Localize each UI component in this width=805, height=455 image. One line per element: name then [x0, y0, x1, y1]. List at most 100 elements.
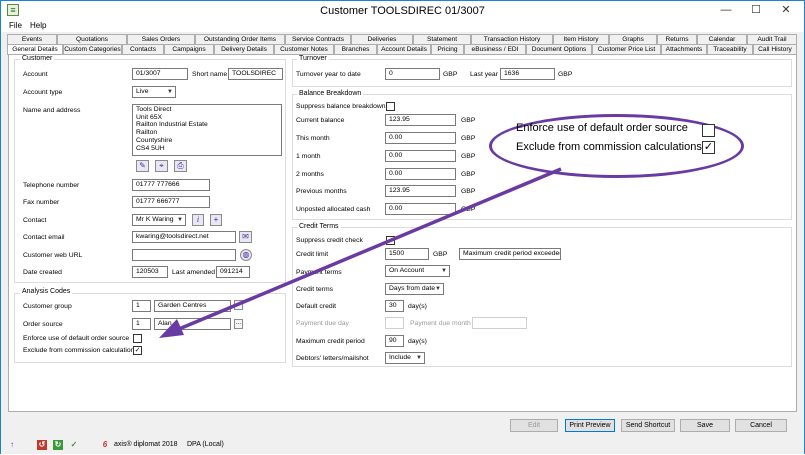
contact-email-label: Contact email [23, 234, 65, 241]
tab-pricing[interactable]: Pricing [431, 44, 464, 54]
edit-button[interactable]: Edit [510, 419, 558, 432]
tab-customer-notes[interactable]: Customer Notes [274, 44, 334, 54]
turnover-title: Turnover [297, 55, 329, 63]
up-arrow-icon[interactable]: ↑ [7, 440, 17, 450]
print-preview-button[interactable]: Print Preview [565, 419, 615, 432]
credit-terms-select[interactable]: Days from date ▼ [385, 283, 444, 295]
previous-months-currency: GBP [461, 188, 476, 195]
tab-customer-price-list[interactable]: Customer Price List [592, 44, 661, 54]
tab-service-contracts[interactable]: Service Contracts [285, 34, 351, 44]
debtors-letters-label: Debtors' letters/mailshot [296, 355, 369, 362]
suppress-credit-checkbox[interactable] [386, 236, 395, 245]
tab-item-history[interactable]: Item History [553, 34, 609, 44]
printer-icon[interactable]: ⎙ [174, 160, 187, 172]
this-month-currency: GBP [461, 135, 476, 142]
order-source-lookup-button[interactable]: ... [234, 319, 243, 329]
default-credit-field[interactable]: 30 [385, 300, 404, 312]
title-bar: ≡ Customer TOOLSDIREC 01/3007 — ☐ ✕ [1, 1, 804, 21]
one-month-label: 1 month [296, 153, 321, 160]
two-months-currency: GBP [461, 171, 476, 178]
tab-campaigns[interactable]: Campaigns [164, 44, 214, 54]
previous-months-field: 123.95 [385, 185, 456, 197]
debtors-letters-select[interactable]: Include ▼ [385, 352, 425, 364]
enforce-order-source-checkbox[interactable] [133, 334, 142, 343]
tab-contacts[interactable]: Contacts [122, 44, 164, 54]
tab-row-1: Events Quotations Sales Orders Outstandi… [7, 34, 797, 44]
customer-group-label: Customer group [23, 303, 72, 310]
date-created-field[interactable]: 120503 [132, 266, 168, 278]
one-month-currency: GBP [461, 153, 476, 160]
last-year-label: Last year [470, 71, 498, 78]
send-shortcut-button[interactable]: Send Shortcut [621, 419, 675, 432]
customer-group-code[interactable]: 1 [132, 300, 151, 312]
suppress-credit-label: Suppress credit check [296, 237, 363, 244]
tab-sales-orders[interactable]: Sales Orders [127, 34, 195, 44]
default-credit-label: Default credit [296, 303, 337, 310]
globe-icon[interactable]: ◍ [240, 249, 252, 261]
maximize-button[interactable]: ☐ [741, 1, 771, 19]
pencil-icon[interactable]: ✎ [136, 160, 149, 172]
tab-deliveries[interactable]: Deliveries [351, 34, 413, 44]
minimize-button[interactable]: — [711, 1, 741, 19]
credit-limit-action-field[interactable]: Maximum credit period exceeded [459, 248, 561, 260]
web-url-field[interactable] [132, 249, 236, 261]
callout-highlight: Enforce use of default order source Excl… [489, 114, 744, 178]
tab-transaction-history[interactable]: Transaction History [471, 34, 553, 44]
axis-logo-icon: 6 [102, 440, 108, 449]
stop-icon[interactable]: ↺ [37, 440, 47, 450]
info-icon[interactable]: i [192, 214, 204, 226]
tab-quotations[interactable]: Quotations [57, 34, 127, 44]
tab-branches[interactable]: Branches [334, 44, 377, 54]
customer-group-lookup-button[interactable]: ... [234, 300, 243, 310]
tab-statement[interactable]: Statement [413, 34, 471, 44]
add-contact-icon[interactable]: + [210, 214, 222, 226]
one-month-field: 0.00 [385, 150, 456, 162]
contact-select[interactable]: Mr K Waring ▼ [132, 214, 186, 226]
tab-delivery-details[interactable]: Delivery Details [214, 44, 274, 54]
tab-outstanding-order-items[interactable]: Outstanding Order Items [195, 34, 285, 44]
tab-account-details[interactable]: Account Details [377, 44, 431, 54]
tab-row-2: General Details Custom Categories Contac… [7, 44, 797, 55]
tab-call-history[interactable]: Call History [753, 44, 797, 54]
checklist-icon[interactable]: ✓ [69, 440, 79, 450]
suppress-balance-checkbox[interactable] [386, 102, 395, 111]
fax-field[interactable]: 01777 666777 [132, 196, 210, 208]
map-pin-icon[interactable]: ⌖ [155, 160, 168, 172]
default-credit-unit: day(s) [408, 303, 427, 310]
close-button[interactable]: ✕ [771, 1, 801, 19]
short-name-field[interactable]: TOOLSDIREC [228, 68, 283, 80]
credit-limit-label: Credit limit [296, 251, 329, 258]
menu-help[interactable]: Help [30, 21, 46, 30]
contact-email-field[interactable]: kwaring@toolsdirect.net [132, 231, 236, 243]
exclude-commission-checkbox[interactable]: ✓ [133, 346, 142, 355]
account-field[interactable]: 01/3007 [132, 68, 188, 80]
email-icon[interactable]: ✉ [239, 231, 252, 243]
save-button[interactable]: Save [680, 419, 730, 432]
tab-events[interactable]: Events [7, 34, 57, 44]
tab-ebusiness-edi[interactable]: eBusiness / EDI [464, 44, 526, 54]
tab-document-options[interactable]: Document Options [526, 44, 592, 54]
last-amended-field[interactable]: 091214 [216, 266, 250, 278]
callout-exclude-label: Exclude from commission calculations [516, 141, 702, 153]
account-type-select[interactable]: Live ▼ [132, 86, 176, 98]
name-address-field[interactable]: Tools Direct Unit 65X Railton Industrial E… [132, 104, 282, 156]
tab-returns[interactable]: Returns [657, 34, 697, 44]
max-credit-period-field[interactable]: 90 [385, 335, 404, 347]
tab-audit-trail[interactable]: Audit Trail [747, 34, 797, 44]
exclude-commission-label: Exclude from commission calculations [23, 347, 138, 354]
turnover-ytd-label: Turnover year to date [296, 71, 361, 78]
tab-calendar[interactable]: Calendar [697, 34, 747, 44]
tab-traceability[interactable]: Traceability [707, 44, 753, 54]
order-source-code[interactable]: 1 [132, 318, 151, 330]
tab-custom-categories[interactable]: Custom Categories [63, 44, 122, 54]
last-amended-label: Last amended [172, 269, 216, 276]
menu-file[interactable]: File [9, 21, 22, 30]
tab-graphs[interactable]: Graphs [609, 34, 657, 44]
cancel-button[interactable]: Cancel [735, 419, 787, 432]
enforce-order-source-label: Enforce use of default order source [23, 335, 130, 342]
telephone-field[interactable]: 01777 777666 [132, 179, 210, 191]
credit-limit-field[interactable]: 1500 [385, 248, 429, 260]
tab-attachments[interactable]: Attachments [661, 44, 707, 54]
payment-terms-select[interactable]: On Account ▼ [385, 265, 450, 277]
refresh-icon[interactable]: ↻ [53, 440, 63, 450]
